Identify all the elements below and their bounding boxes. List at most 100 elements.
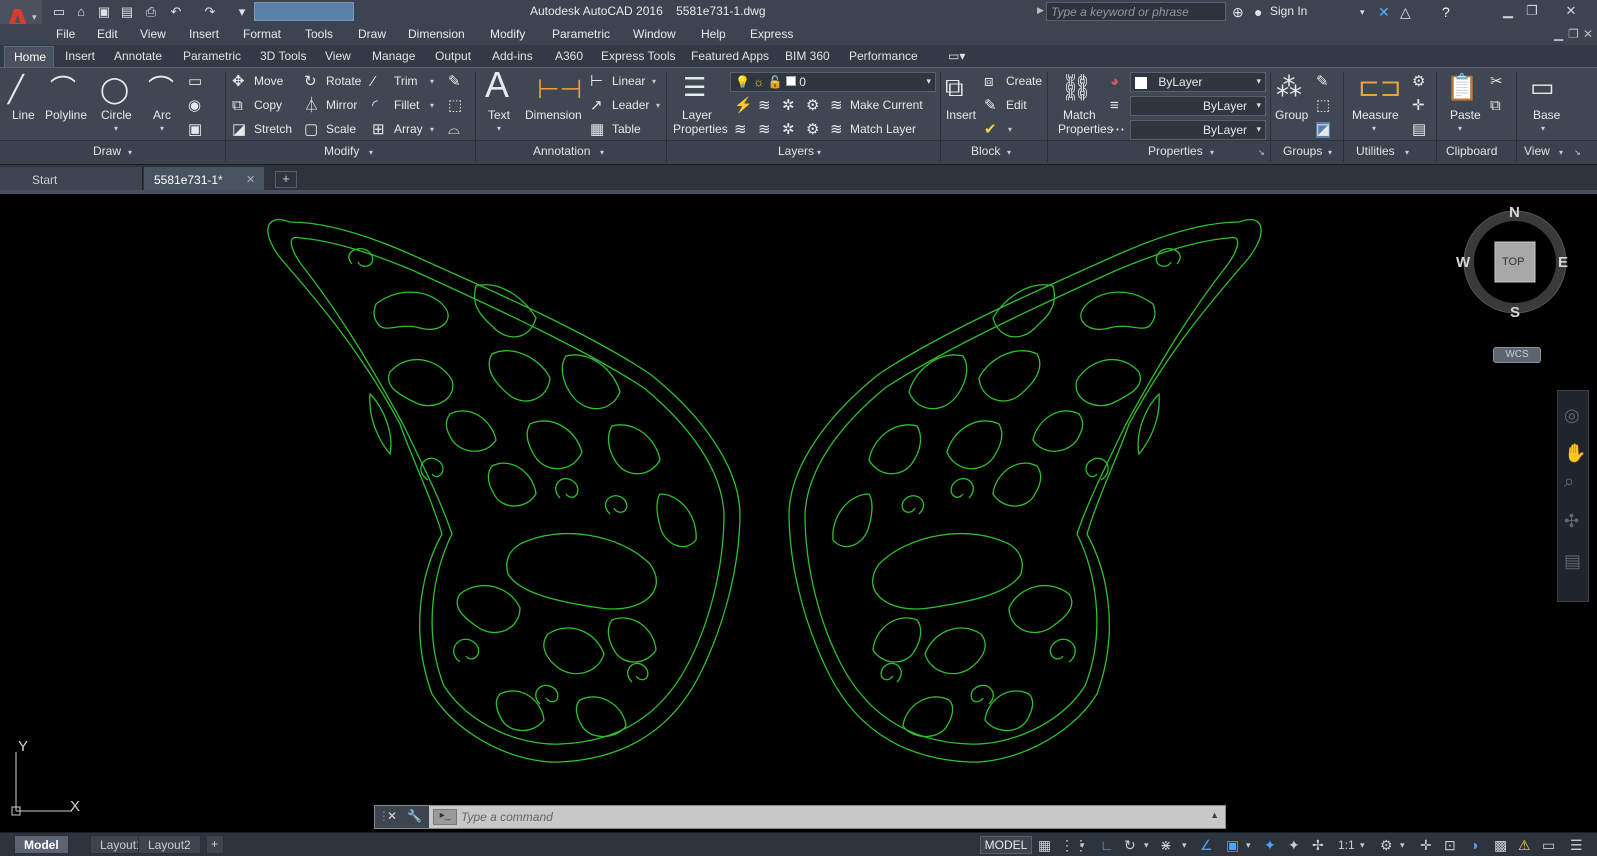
utilities-panel-expand-icon[interactable]: ▾ xyxy=(1405,148,1409,157)
polar-icon[interactable]: ↻ xyxy=(1124,836,1136,854)
group-icon[interactable]: ⁂ xyxy=(1276,72,1302,102)
compass-west[interactable]: W xyxy=(1456,254,1470,271)
properties-dialog-launcher-icon[interactable]: ↘ xyxy=(1258,148,1265,157)
tab-model[interactable]: Model xyxy=(14,835,69,854)
annotation-panel-title[interactable]: Annotation xyxy=(533,144,590,158)
rotate-icon[interactable]: ↻ xyxy=(304,74,317,90)
view-panel-title[interactable]: View xyxy=(1524,144,1550,158)
base-view-button[interactable]: Base xyxy=(1533,108,1560,122)
line-icon[interactable]: ╱ xyxy=(8,74,24,104)
arc-button[interactable]: Arc xyxy=(153,108,171,122)
object-snap-icon[interactable]: ▣ xyxy=(1226,836,1239,854)
create-block-icon[interactable]: ⧈ xyxy=(984,74,994,90)
match-layer-button[interactable]: Match Layer xyxy=(850,122,916,136)
tab-express-tools[interactable]: Express Tools xyxy=(601,49,675,63)
new-layout-icon[interactable]: + xyxy=(206,835,224,854)
base-view-icon[interactable]: ▭ xyxy=(1530,72,1555,102)
make-current-button[interactable]: Make Current xyxy=(850,98,923,112)
layer-thaw-icon[interactable]: ✲ xyxy=(782,122,795,138)
model-space-button[interactable]: MODEL xyxy=(980,836,1032,854)
new-icon[interactable]: ▭ xyxy=(50,3,68,21)
clipboard-panel-title[interactable]: Clipboard xyxy=(1446,144,1497,158)
group-selection-icon[interactable]: ◪ xyxy=(1316,122,1331,138)
array-button[interactable]: Array xyxy=(394,122,423,136)
layers-panel-expand-icon[interactable]: ▾ xyxy=(817,148,821,157)
workspace-dropdown-icon[interactable]: ▾ xyxy=(1400,836,1405,854)
fullscreen-icon[interactable]: ▭ xyxy=(1542,836,1555,854)
offset-icon[interactable]: ⌓ xyxy=(448,122,460,138)
tab-output[interactable]: Output xyxy=(435,49,471,63)
linetype-dropdown[interactable]: ByLayer ▾ xyxy=(1130,96,1266,116)
layer-properties-label-1[interactable]: Layer xyxy=(682,108,712,122)
edit-block-button[interactable]: Edit xyxy=(1006,98,1027,112)
sign-in-button[interactable]: Sign In xyxy=(1270,4,1307,18)
block-panel-title[interactable]: Block xyxy=(971,144,1000,158)
quick-access-dropdown-icon[interactable]: ▾ xyxy=(233,3,251,21)
region-icon[interactable]: ▣ xyxy=(188,122,202,138)
ortho-icon[interactable]: ∟ xyxy=(1100,836,1114,854)
layer-unlock-icon[interactable]: ⚙ xyxy=(806,122,819,138)
trim-icon[interactable]: ⁄ xyxy=(372,74,375,90)
dimension-button[interactable]: Dimension xyxy=(525,108,582,122)
rotate-button[interactable]: Rotate xyxy=(326,74,361,88)
close-icon[interactable]: ✕ xyxy=(1548,2,1594,20)
array-dropdown-icon[interactable]: ▾ xyxy=(430,125,434,134)
annotation-scale-icon[interactable]: ✢ xyxy=(1312,836,1324,854)
draw-panel-title[interactable]: Draw xyxy=(93,144,121,158)
menu-view[interactable]: View xyxy=(140,27,166,41)
circle-dropdown-icon[interactable]: ▾ xyxy=(114,124,118,133)
tab-insert[interactable]: Insert xyxy=(65,49,95,63)
match-layer-icon[interactable]: ≋ xyxy=(830,122,843,138)
menu-draw[interactable]: Draw xyxy=(358,27,386,41)
cut-icon[interactable]: ✂ xyxy=(1490,74,1503,90)
workspace-selector[interactable] xyxy=(254,2,354,21)
units-icon[interactable]: ⊡ xyxy=(1444,836,1456,854)
color-dropdown[interactable]: ByLayer ▾ xyxy=(1130,72,1266,92)
erase-icon[interactable]: ✎ xyxy=(448,74,461,90)
leader-dropdown-icon[interactable]: ▾ xyxy=(656,101,660,110)
save-as-icon[interactable]: ▤ xyxy=(118,3,136,21)
sign-in-dropdown-icon[interactable]: ▾ xyxy=(1360,3,1365,21)
properties-panel-title[interactable]: Properties xyxy=(1148,144,1203,158)
paste-button[interactable]: Paste xyxy=(1450,108,1481,122)
scale-button[interactable]: Scale xyxy=(326,122,356,136)
quick-select-icon[interactable]: ⚙ xyxy=(1412,74,1425,90)
linear-button[interactable]: Linear xyxy=(612,74,645,88)
layers-panel-title[interactable]: Layers xyxy=(778,144,814,158)
text-icon[interactable]: A xyxy=(485,67,509,103)
save-icon[interactable]: ▣ xyxy=(95,3,113,21)
customize-icon[interactable]: 🔧 xyxy=(407,809,422,823)
edit-block-icon[interactable]: ✎ xyxy=(984,98,997,114)
fillet-dropdown-icon[interactable]: ▾ xyxy=(430,101,434,110)
move-icon[interactable]: ✥ xyxy=(232,74,245,90)
steering-wheel-icon[interactable]: ◎ xyxy=(1564,405,1580,426)
layer-properties-label-2[interactable]: Properties xyxy=(673,122,728,136)
plot-icon[interactable]: ⎙ xyxy=(142,3,160,21)
polyline-icon[interactable]: ⌒ xyxy=(50,74,76,104)
command-input[interactable]: Type a command xyxy=(461,810,553,824)
tab-layout2[interactable]: Layout2 xyxy=(138,835,201,854)
menu-help[interactable]: Help xyxy=(701,27,726,41)
compass-south[interactable]: S xyxy=(1510,304,1520,321)
mirror-icon[interactable]: ⏃ xyxy=(304,98,319,114)
match-properties-label-2[interactable]: Properties xyxy=(1058,122,1113,136)
properties-panel-expand-icon[interactable]: ▾ xyxy=(1210,148,1214,157)
orbit-icon[interactable]: ✣ xyxy=(1564,511,1579,532)
tab-a360[interactable]: A360 xyxy=(555,49,583,63)
edit-attributes-icon[interactable]: ✔ xyxy=(984,122,997,138)
tab-add-ins[interactable]: Add-ins xyxy=(492,49,533,63)
close-command-line-icon[interactable]: ✕ xyxy=(387,809,397,823)
trim-dropdown-icon[interactable]: ▾ xyxy=(430,77,434,86)
binoculars-icon[interactable]: ⊕ xyxy=(1232,3,1244,21)
isolate-objects-icon[interactable]: ◑ xyxy=(1470,836,1478,854)
draw-panel-expand-icon[interactable]: ▾ xyxy=(128,148,132,157)
menu-express[interactable]: Express xyxy=(750,27,793,41)
isodraft-icon[interactable]: ⋇ xyxy=(1160,836,1172,854)
polar-dropdown-icon[interactable]: ▾ xyxy=(1144,836,1149,854)
object-snap-dropdown-icon[interactable]: ▾ xyxy=(1246,836,1251,854)
doc-close-icon[interactable]: ✕ xyxy=(1583,27,1593,41)
base-view-dropdown-icon[interactable]: ▾ xyxy=(1541,124,1545,133)
array-icon[interactable]: ⊞ xyxy=(372,122,385,138)
copy-clip-icon[interactable]: ⧉ xyxy=(1490,98,1501,114)
copy-button[interactable]: Copy xyxy=(254,98,282,112)
